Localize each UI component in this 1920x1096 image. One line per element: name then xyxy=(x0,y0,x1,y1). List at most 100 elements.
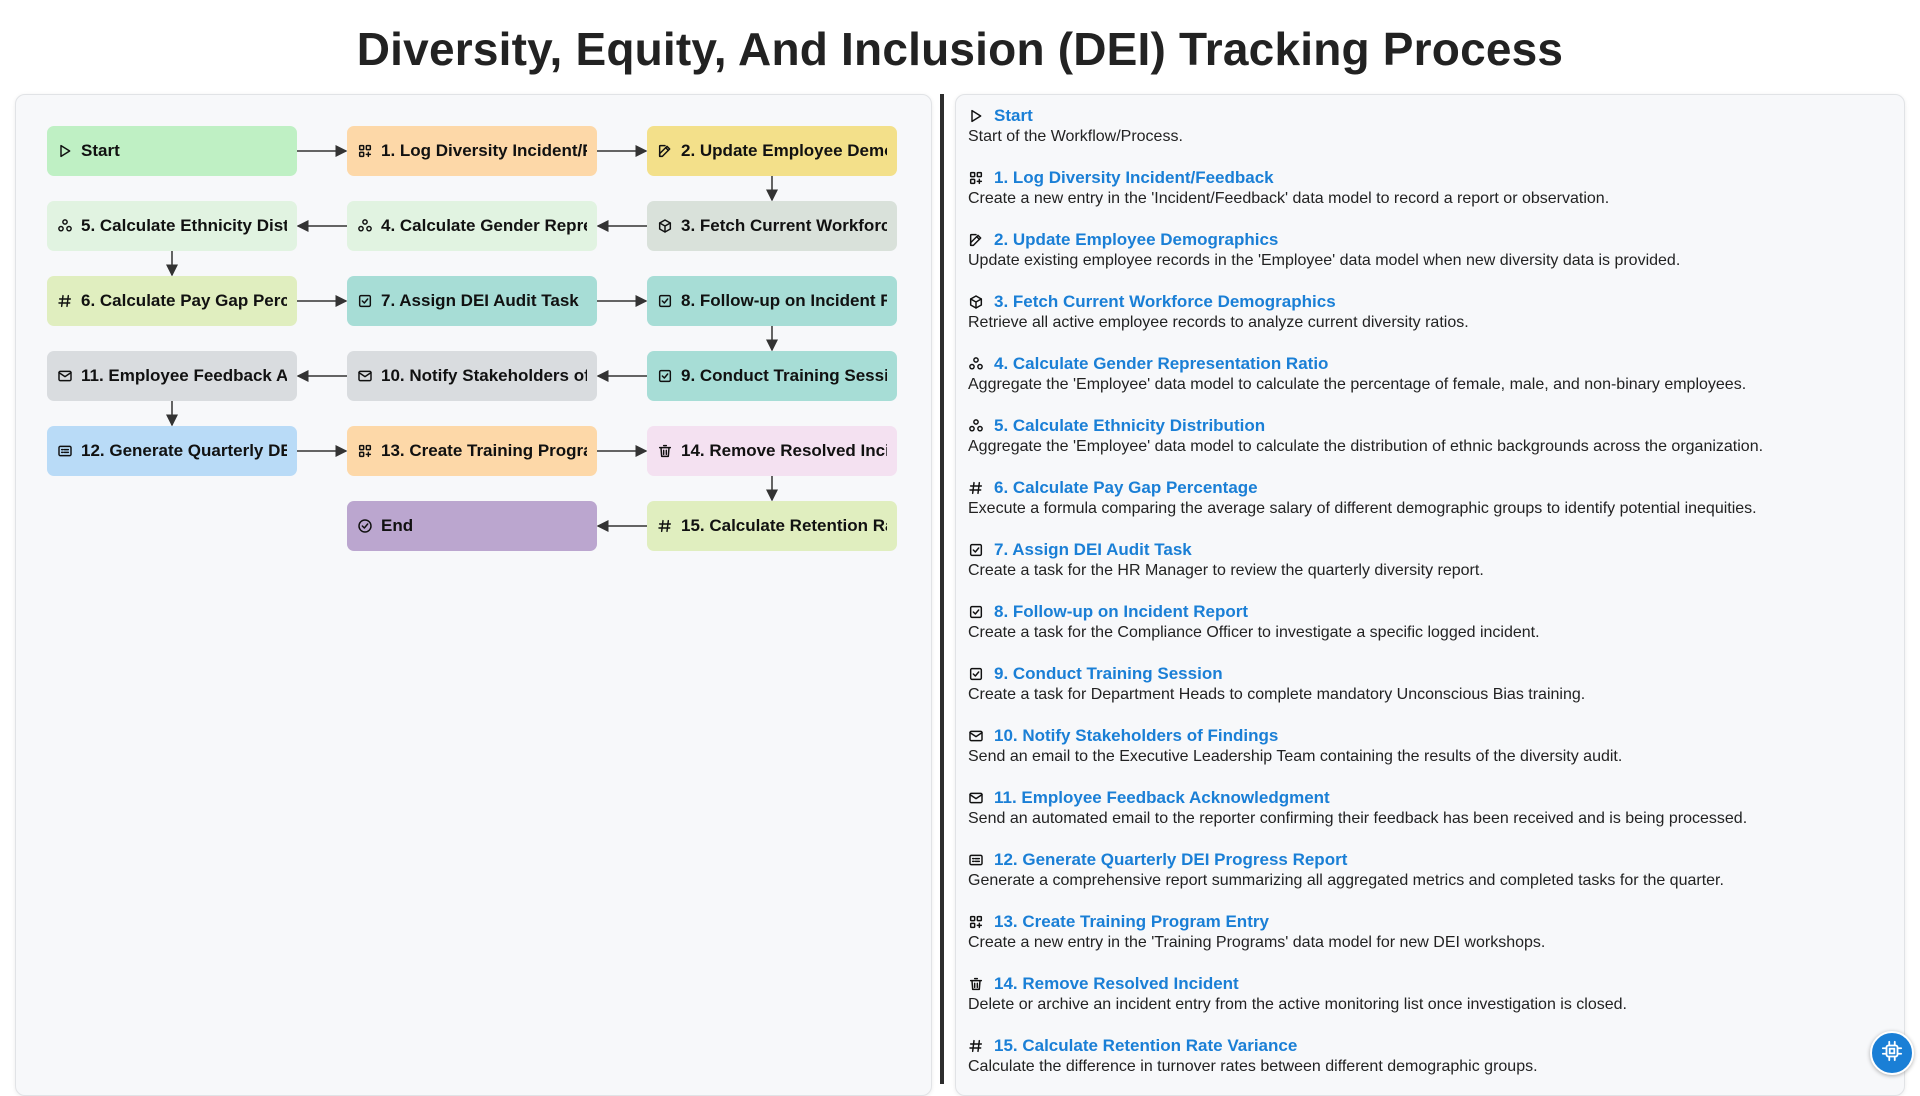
flow-node-label: 6. Calculate Pay Gap Percentage xyxy=(81,291,287,310)
checkbox-icon xyxy=(968,604,984,620)
step-description: Send an automated email to the reporter … xyxy=(968,810,1748,827)
flow-node-conduct-training-session[interactable]: 9. Conduct Training Session xyxy=(647,351,897,401)
check-circle-icon xyxy=(357,518,373,534)
step-description: Create a task for Department Heads to co… xyxy=(968,686,1586,703)
step-item: 1. Log Diversity Incident/Feedback Create… xyxy=(968,167,1894,208)
flow-node-notify-stakeholders-of-findings[interactable]: 10. Notify Stakeholders of Findings xyxy=(347,351,597,401)
step-title[interactable]: 2. Update Employee Demographics xyxy=(994,230,1278,250)
step-item: 8. Follow-up on Incident Report Create a … xyxy=(968,601,1894,642)
assistant-button[interactable] xyxy=(1870,1031,1914,1075)
flow-node-log-diversity-incident-feedback[interactable]: 1. Log Diversity Incident/Feedback xyxy=(347,126,597,176)
step-description: Create a new entry in the 'Training Prog… xyxy=(968,934,1546,951)
step-item: 12. Generate Quarterly DEI Progress Repo… xyxy=(968,849,1894,890)
flow-node-label: 10. Notify Stakeholders of Findings xyxy=(381,366,587,385)
edit-icon xyxy=(968,232,984,248)
step-description: Create a new entry in the 'Incident/Feed… xyxy=(968,190,1610,207)
flow-node-start[interactable]: Start xyxy=(47,126,297,176)
flow-node-create-training-program-entry[interactable]: 13. Create Training Program Entry xyxy=(347,426,597,476)
edit-icon xyxy=(657,143,673,159)
flow-node-label: 7. Assign DEI Audit Task xyxy=(381,291,579,310)
step-item: 3. Fetch Current Workforce Demographics R… xyxy=(968,291,1894,332)
step-title[interactable]: 12. Generate Quarterly DEI Progress Repo… xyxy=(994,850,1347,870)
panel-divider[interactable] xyxy=(940,94,944,1084)
step-item: 4. Calculate Gender Representation Ratio… xyxy=(968,353,1894,394)
flow-node-generate-quarterly-dei-progress-report[interactable]: 12. Generate Quarterly DEI Progress Repo… xyxy=(47,426,297,476)
checkbox-icon xyxy=(357,293,373,309)
flow-node-label: 13. Create Training Program Entry xyxy=(381,441,587,460)
cluster-icon xyxy=(57,218,73,234)
grid-plus-icon xyxy=(968,914,984,930)
grid-plus-icon xyxy=(357,143,373,159)
flow-node-label: 2. Update Employee Demographics xyxy=(681,141,887,160)
flow-node-calculate-retention-rate-variance[interactable]: 15. Calculate Retention Rate Variance xyxy=(647,501,897,551)
flow-node-end[interactable]: End xyxy=(347,501,597,551)
flow-node-label: Start xyxy=(81,141,120,160)
step-description: Aggregate the 'Employee' data model to c… xyxy=(968,438,1764,455)
step-item: 15. Calculate Retention Rate Variance Cal… xyxy=(968,1035,1894,1076)
step-description: Send an email to the Executive Leadershi… xyxy=(968,748,1623,765)
page-title: Diversity, Equity, And Inclusion (DEI) T… xyxy=(356,23,1564,75)
step-description: Retrieve all active employee records to … xyxy=(968,314,1469,331)
step-title[interactable]: 5. Calculate Ethnicity Distribution xyxy=(994,416,1265,436)
chip-icon xyxy=(1881,1040,1903,1067)
flow-node-employee-feedback-acknowledgment[interactable]: 11. Employee Feedback Acknowledgment xyxy=(47,351,297,401)
grid-plus-icon xyxy=(357,443,373,459)
step-description: Execute a formula comparing the average … xyxy=(968,500,1757,517)
play-icon xyxy=(968,108,984,124)
step-item: 13. Create Training Program Entry Create … xyxy=(968,911,1894,952)
step-title[interactable]: 3. Fetch Current Workforce Demographics xyxy=(994,292,1336,312)
mail-icon xyxy=(357,368,373,384)
flow-node-calculate-ethnicity-distribution[interactable]: 5. Calculate Ethnicity Distribution xyxy=(47,201,297,251)
step-title[interactable]: 6. Calculate Pay Gap Percentage xyxy=(994,478,1258,498)
step-title[interactable]: 4. Calculate Gender Representation Ratio xyxy=(994,354,1328,374)
flow-node-calculate-pay-gap-percentage[interactable]: 6. Calculate Pay Gap Percentage xyxy=(47,276,297,326)
step-title[interactable]: 9. Conduct Training Session xyxy=(994,664,1223,684)
step-title[interactable]: 8. Follow-up on Incident Report xyxy=(994,602,1248,622)
trash-icon xyxy=(968,976,984,992)
hash-icon xyxy=(57,293,73,309)
step-title[interactable]: 10. Notify Stakeholders of Findings xyxy=(994,726,1278,746)
trash-icon xyxy=(657,443,673,459)
step-item: 14. Remove Resolved Incident Delete or ar… xyxy=(968,973,1894,1014)
step-title[interactable]: 15. Calculate Retention Rate Variance xyxy=(994,1036,1297,1056)
step-title[interactable]: Start xyxy=(994,106,1033,126)
cube-icon xyxy=(968,294,984,310)
step-description: Create a task for the Compliance Officer… xyxy=(968,624,1540,641)
flow-node-fetch-current-workforce-demographics[interactable]: 3. Fetch Current Workforce Demographics xyxy=(647,201,897,251)
report-icon xyxy=(57,443,73,459)
flow-node-update-employee-demographics[interactable]: 2. Update Employee Demographics xyxy=(647,126,897,176)
flowchart-panel: Start 1. Log Diversity Incident/Feedback 2… xyxy=(15,94,932,1096)
hash-icon xyxy=(968,1038,984,1054)
steps-list: Start Start of the Workflow/Process. 1. Lo… xyxy=(968,105,1894,1095)
flow-node-label: 5. Calculate Ethnicity Distribution xyxy=(81,216,287,235)
cluster-icon xyxy=(968,418,984,434)
step-description: Generate a comprehensive report summariz… xyxy=(968,872,1724,889)
cluster-icon xyxy=(357,218,373,234)
step-item: 10. Notify Stakeholders of Findings Send … xyxy=(968,725,1894,766)
step-title[interactable]: 1. Log Diversity Incident/Feedback xyxy=(994,168,1274,188)
mail-icon xyxy=(968,728,984,744)
checkbox-icon xyxy=(657,368,673,384)
step-title[interactable]: 13. Create Training Program Entry xyxy=(994,912,1269,932)
checkbox-icon xyxy=(657,293,673,309)
mail-icon xyxy=(968,790,984,806)
flow-node-assign-dei-audit-task[interactable]: 7. Assign DEI Audit Task xyxy=(347,276,597,326)
step-title[interactable]: 14. Remove Resolved Incident xyxy=(994,974,1239,994)
step-item: 11. Employee Feedback Acknowledgment Send… xyxy=(968,787,1894,828)
step-item: 2. Update Employee Demographics Update ex… xyxy=(968,229,1894,270)
step-item: 7. Assign DEI Audit Task Create a task fo… xyxy=(968,539,1894,580)
step-description: Start of the Workflow/Process. xyxy=(968,128,1183,145)
flow-node-calculate-gender-representation-ratio[interactable]: 4. Calculate Gender Representation Ratio xyxy=(347,201,597,251)
step-title[interactable]: 7. Assign DEI Audit Task xyxy=(994,540,1192,560)
flow-node-follow-up-on-incident-report[interactable]: 8. Follow-up on Incident Report xyxy=(647,276,897,326)
grid-plus-icon xyxy=(968,170,984,186)
flow-node-label: 4. Calculate Gender Representation Ratio xyxy=(381,216,587,235)
step-title[interactable]: 11. Employee Feedback Acknowledgment xyxy=(994,788,1330,808)
flow-node-label: 12. Generate Quarterly DEI Progress Repo… xyxy=(81,441,287,460)
hash-icon xyxy=(657,518,673,534)
steps-panel: Start Start of the Workflow/Process. 1. Lo… xyxy=(955,94,1905,1096)
checkbox-icon xyxy=(968,666,984,682)
flow-node-remove-resolved-incident[interactable]: 14. Remove Resolved Incident xyxy=(647,426,897,476)
checkbox-icon xyxy=(968,542,984,558)
flow-node-label: 3. Fetch Current Workforce Demographics xyxy=(681,216,887,235)
